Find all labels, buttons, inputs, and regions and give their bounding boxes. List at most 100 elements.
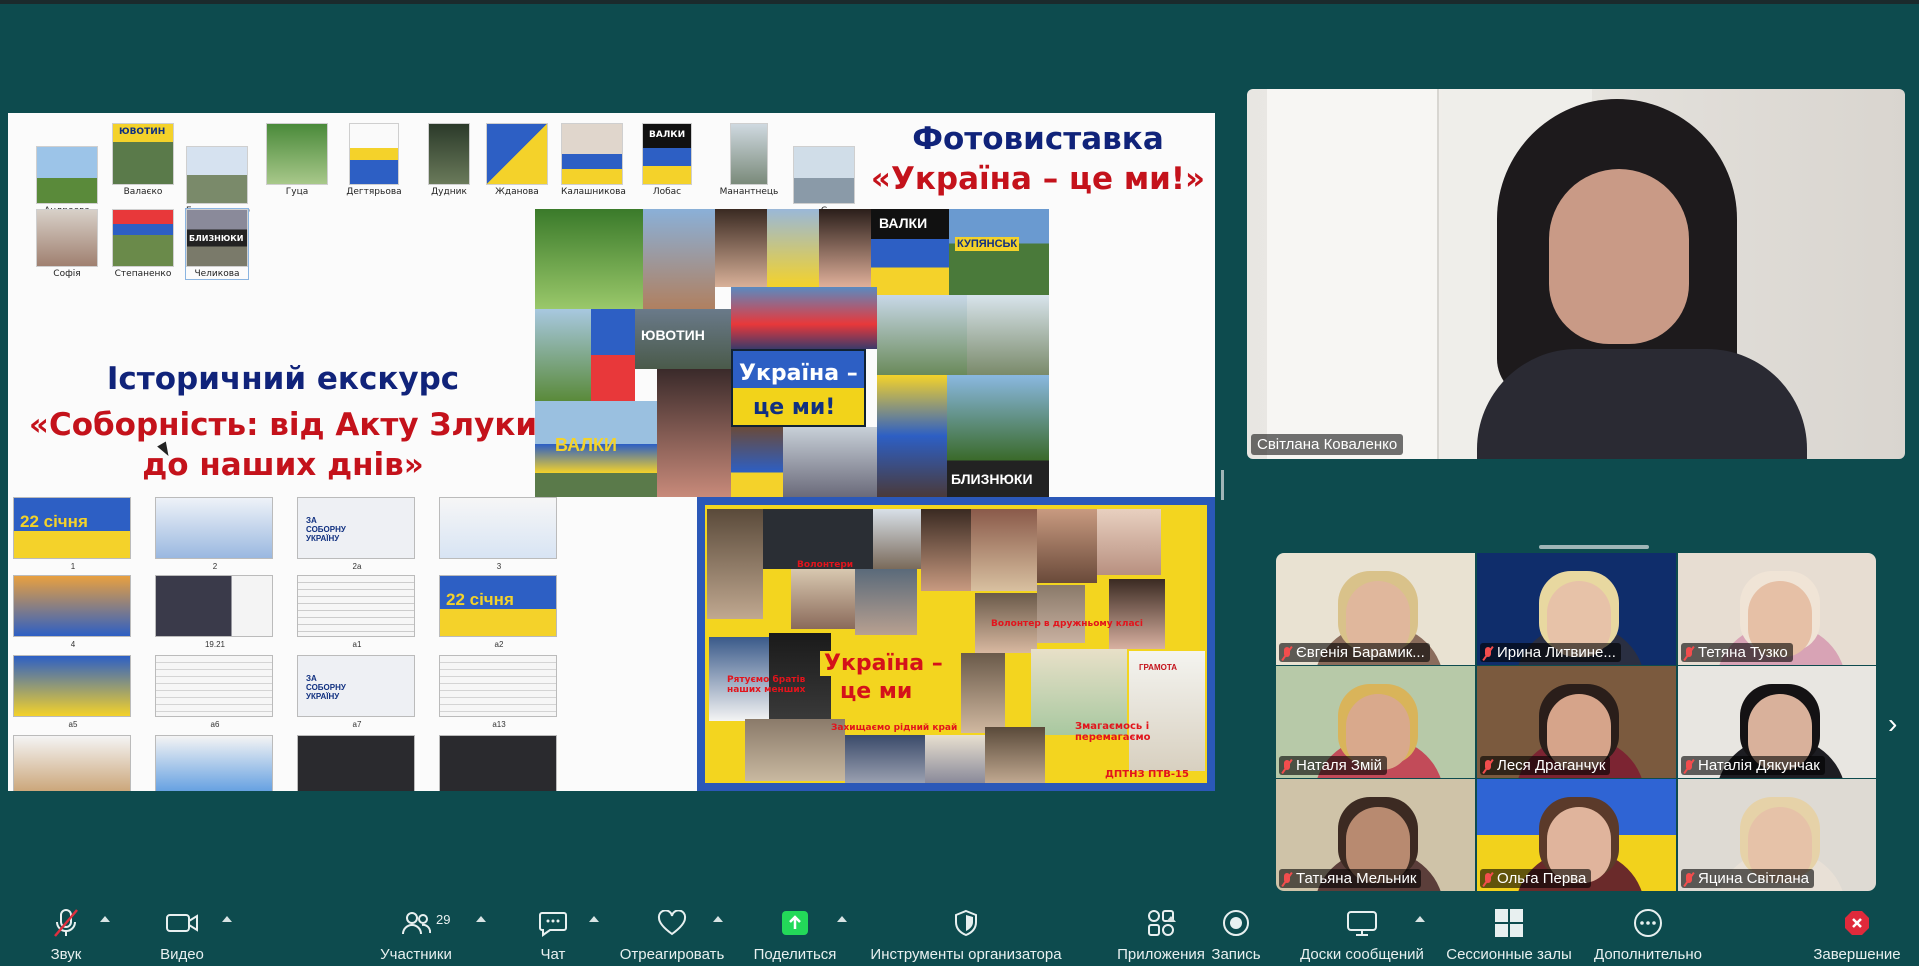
more-button[interactable]: Дополнительно xyxy=(1592,906,1704,963)
record-icon xyxy=(1208,906,1264,940)
slide-text: 22 січня xyxy=(20,512,88,531)
photo-caption: Лобас xyxy=(652,187,682,197)
video-options-chevron-icon[interactable] xyxy=(222,916,232,922)
breakout-label: Сессионные залы xyxy=(1446,946,1572,963)
photo-thumb[interactable]: Дегтярьова xyxy=(343,123,405,197)
participant-name-text: Тетяна Тузко xyxy=(1698,644,1788,661)
slide-thumb[interactable]: а1 xyxy=(297,575,415,649)
breakout-rooms-button[interactable]: Сессионные залы xyxy=(1444,906,1574,963)
collage-photo xyxy=(855,569,917,635)
host-tools-button[interactable]: Инструменты организатора xyxy=(866,906,1066,963)
collage-photo: ВАЛКИ xyxy=(535,401,657,497)
apps-options-chevron-icon[interactable] xyxy=(1166,916,1176,922)
participant-name-text: Яцина Світлана xyxy=(1698,870,1809,887)
slide-thumb[interactable]: 22 січня 1 xyxy=(13,497,131,571)
photo-thumb[interactable]: Степаненко xyxy=(112,209,174,279)
photo-thumb[interactable]: Манантнець xyxy=(718,123,780,197)
participant-tile[interactable]: Тетяна Тузко xyxy=(1678,553,1876,665)
photo-image xyxy=(266,123,328,185)
slide-thumb[interactable] xyxy=(13,735,131,791)
photo-thumb[interactable]: С xyxy=(793,146,855,216)
participant-tile[interactable]: Наталія Дякунчак xyxy=(1678,666,1876,778)
microphone-muted-icon xyxy=(1282,872,1292,886)
whiteboards-options-chevron-icon[interactable] xyxy=(1415,916,1425,922)
photo-caption: Софія xyxy=(53,269,81,279)
end-meeting-button[interactable]: Завершение xyxy=(1812,906,1902,963)
collage-caption: Захищаємо рідний край xyxy=(831,723,958,733)
participant-tile[interactable]: Євгенія Барамик... xyxy=(1276,553,1475,665)
panel-resize-handle[interactable] xyxy=(1221,470,1224,500)
sign-text: БЛИЗНЮКИ xyxy=(951,471,1033,487)
photo-image xyxy=(793,146,855,204)
participant-tile[interactable]: Ольга Перва xyxy=(1477,779,1676,891)
video-button[interactable]: Видео xyxy=(156,906,208,963)
apps-button[interactable]: Приложения xyxy=(1116,906,1206,963)
collage-photo xyxy=(731,427,783,497)
audio-options-chevron-icon[interactable] xyxy=(100,916,110,922)
participant-tile[interactable]: Наталя Змій xyxy=(1276,666,1475,778)
chevron-right-icon[interactable]: › xyxy=(1888,708,1897,740)
slide-text: ЗА СОБОРНУ УКРАЇНУ xyxy=(306,516,346,543)
record-button[interactable]: Запись xyxy=(1208,906,1264,963)
slide-caption: 2 xyxy=(212,562,218,571)
slide-thumb[interactable]: а6 xyxy=(155,655,273,729)
photo-thumb[interactable]: ЮВОТИН Валаєко xyxy=(112,123,174,197)
photo-caption: Жданова xyxy=(495,187,539,197)
react-options-chevron-icon[interactable] xyxy=(713,916,723,922)
participant-tile[interactable]: Леся Драганчук xyxy=(1477,666,1676,778)
slide-thumb[interactable]: 22 січня а2 xyxy=(439,575,557,649)
chat-icon xyxy=(534,906,572,940)
photo-thumb[interactable]: Гуца xyxy=(266,123,328,197)
photo-image xyxy=(561,123,623,185)
photo-caption: Гуца xyxy=(285,187,309,197)
slide-thumb[interactable]: 2 xyxy=(155,497,273,571)
participant-name-text: Ирина Литвине... xyxy=(1497,644,1616,661)
photo-thumb[interactable]: Андреева xyxy=(36,146,98,216)
slide-thumb[interactable]: 19.21 xyxy=(155,575,273,649)
microphone-muted-icon xyxy=(44,906,88,940)
slide-text: 22 січня xyxy=(446,590,514,609)
participant-tile[interactable]: Яцина Світлана xyxy=(1678,779,1876,891)
collage-photo xyxy=(967,295,1049,375)
slide-thumb[interactable]: 4 xyxy=(13,575,131,649)
photo-thumb[interactable]: Дудник xyxy=(418,123,480,197)
photo-thumb[interactable]: БЛИЗНЮКИ Челикова xyxy=(185,208,249,280)
photo-thumb[interactable]: Софія xyxy=(36,209,98,279)
slide-thumb[interactable]: а13 xyxy=(439,655,557,729)
active-speaker-video[interactable]: Світлана Коваленко xyxy=(1247,89,1905,459)
gallery-drag-handle[interactable] xyxy=(1539,545,1649,549)
react-button[interactable]: Отреагировать xyxy=(618,906,726,963)
photo-thumb[interactable]: Жданова xyxy=(486,123,548,197)
participant-tile[interactable]: Ирина Литвине... xyxy=(1477,553,1676,665)
participants-options-chevron-icon[interactable] xyxy=(476,916,486,922)
slide-thumb[interactable]: 3 xyxy=(439,497,557,571)
photo-thumb[interactable]: Головащенко xyxy=(186,146,250,216)
chat-button[interactable]: Чат xyxy=(534,906,572,963)
end-meeting-icon xyxy=(1812,906,1902,940)
slide-thumb[interactable] xyxy=(297,735,415,791)
slide-thumb[interactable] xyxy=(439,735,557,791)
volunteer-collage: ГРАМОТА Україна – це ми Волонтери Волонт… xyxy=(697,497,1215,791)
photo-thumb[interactable]: ВАЛКИ Лобас xyxy=(636,123,698,197)
collage-photo xyxy=(1037,585,1085,643)
collage-photo: ЮВОТИН xyxy=(635,309,731,369)
slide-thumb[interactable]: ЗА СОБОРНУ УКРАЇНУ 2а xyxy=(297,497,415,571)
chat-label: Чат xyxy=(540,946,566,963)
slide-thumb[interactable]: а5 xyxy=(13,655,131,729)
participant-name: Ольга Перва xyxy=(1480,869,1592,888)
participant-name: Татьяна Мельник xyxy=(1279,869,1422,888)
share-options-chevron-icon[interactable] xyxy=(837,916,847,922)
slide-caption: а13 xyxy=(492,720,506,729)
slide-sorter: 22 січня 1 2 ЗА СОБОРНУ УКРАЇНУ 2а 3 4 1… xyxy=(13,497,558,791)
photo-thumb[interactable]: Калашникова xyxy=(561,123,626,197)
collage-photo xyxy=(873,509,921,569)
share-screen-button[interactable]: Поделиться xyxy=(752,906,838,963)
chat-options-chevron-icon[interactable] xyxy=(589,916,599,922)
slide-thumb[interactable]: ЗА СОБОРНУ УКРАЇНУ а7 xyxy=(297,655,415,729)
collage-photo: КУПЯНСЬК xyxy=(949,209,1049,295)
participant-tile[interactable]: Татьяна Мельник xyxy=(1276,779,1475,891)
slide-thumb[interactable] xyxy=(155,735,273,791)
photo-sign-text: ЮВОТИН xyxy=(119,127,166,137)
audio-button[interactable]: Звук xyxy=(44,906,88,963)
whiteboards-button[interactable]: Доски сообщений xyxy=(1294,906,1430,963)
